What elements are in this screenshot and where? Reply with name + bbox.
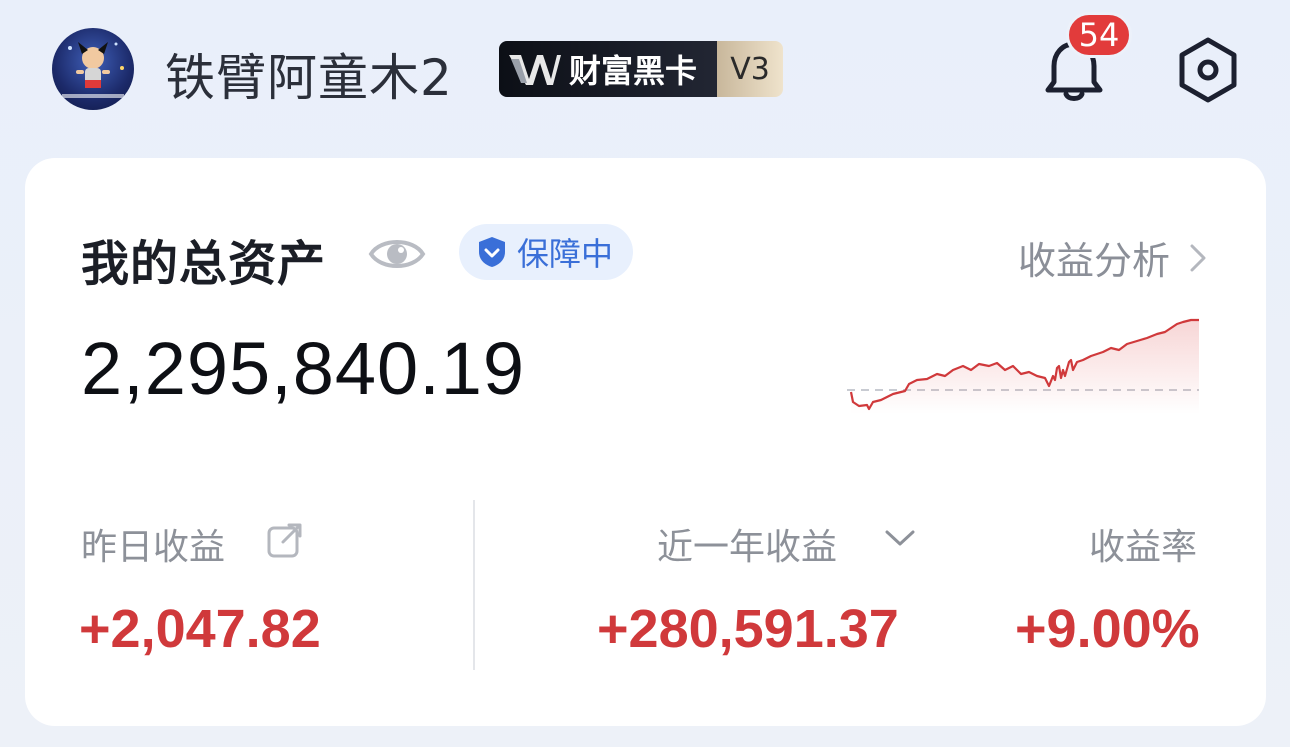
header: 铁臂阿童木2 财富黑卡 V3 54 bbox=[0, 0, 1290, 150]
analysis-label: 收益分析 bbox=[1017, 239, 1170, 283]
username: 铁臂阿童木2 bbox=[165, 49, 453, 107]
avatar[interactable] bbox=[52, 28, 134, 110]
vip-label: 财富黑卡 bbox=[569, 52, 698, 90]
vip-badge[interactable]: 财富黑卡 V3 bbox=[499, 41, 783, 97]
period-earnings-label[interactable]: 近一年收益 bbox=[657, 518, 837, 570]
vip-label-section: 财富黑卡 bbox=[499, 41, 717, 97]
vip-logo-icon bbox=[509, 55, 561, 85]
total-assets-value: 2,295,840.19 bbox=[81, 327, 526, 410]
period-earnings-value: +280,591.37 bbox=[597, 599, 899, 659]
analysis-link[interactable]: 收益分析 bbox=[1018, 230, 1208, 285]
avatar-image bbox=[62, 42, 124, 98]
assets-trend-sparkline[interactable] bbox=[847, 308, 1199, 414]
assets-card: 我的总资产 保障中 收益分析 2,295,840.19 昨日收益 +2,047.… bbox=[25, 158, 1266, 726]
shield-icon bbox=[479, 237, 505, 267]
sparkline-area bbox=[851, 320, 1199, 414]
settings-icon[interactable] bbox=[1172, 34, 1244, 106]
return-rate-label: 收益率 bbox=[1089, 527, 1198, 568]
protection-badge[interactable]: 保障中 bbox=[459, 224, 634, 280]
stats-divider bbox=[473, 500, 475, 670]
yesterday-earnings-value: +2,047.82 bbox=[79, 599, 321, 659]
total-assets-title: 我的总资产 bbox=[81, 236, 327, 292]
notification-badge: 54 bbox=[1066, 12, 1132, 58]
protection-label: 保障中 bbox=[517, 235, 614, 273]
chevron-down-icon[interactable] bbox=[883, 528, 917, 548]
return-rate-value: +9.00% bbox=[1015, 599, 1200, 659]
eye-icon[interactable] bbox=[367, 232, 427, 276]
vip-level: V3 bbox=[717, 41, 783, 97]
share-icon[interactable] bbox=[265, 520, 305, 560]
yesterday-earnings-label: 昨日收益 bbox=[81, 527, 226, 568]
chevron-right-icon bbox=[1190, 244, 1206, 271]
